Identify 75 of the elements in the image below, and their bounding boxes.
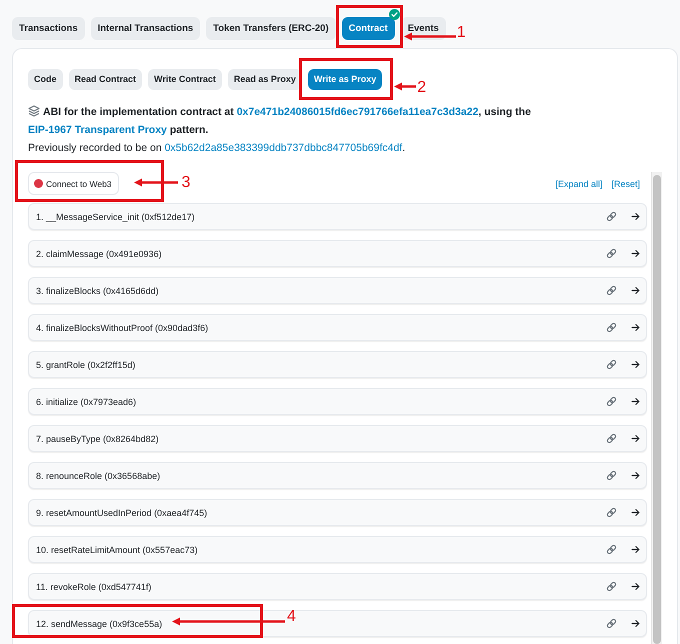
highlight-frame (336, 5, 403, 48)
annotation-number: 1 (456, 23, 466, 43)
function-row[interactable]: 6. initialize (0x7973ead6) (28, 388, 647, 415)
annotation-number: 3 (182, 173, 190, 193)
arrow-right-icon[interactable] (631, 545, 640, 554)
inline-link[interactable]: 0x5b62d2a85e383399ddb737dbbc847705b69fc4df (164, 142, 402, 154)
arrow-right-icon[interactable] (631, 397, 640, 406)
function-name: 11. revokeRole (0xd547741f) (36, 580, 152, 592)
chain-link-icon[interactable] (606, 544, 617, 555)
arrow-right-icon[interactable] (631, 286, 640, 295)
tab[interactable]: Token Transfers (ERC-20) (206, 17, 336, 40)
arrow-right-icon[interactable] (631, 434, 640, 443)
sub-tab[interactable]: Read Contract (68, 69, 142, 90)
function-name: 6. initialize (0x7973ead6) (36, 396, 136, 408)
function-name: 4. finalizeBlocksWithoutProof (0x90dad3f6) (36, 322, 208, 334)
chain-link-icon[interactable] (606, 285, 617, 296)
function-row[interactable]: 1. __MessageService_init (0xf512de17) (28, 203, 647, 230)
function-name: 3. finalizeBlocks (0x4165d6dd) (36, 284, 159, 296)
chain-link-icon[interactable] (606, 322, 617, 333)
function-name: 10. resetRateLimitAmount (0x557eac73) (36, 544, 198, 556)
function-name: 5. grantRole (0x2f2ff15d) (36, 358, 136, 370)
sub-tab[interactable]: Write as Proxy (308, 69, 382, 90)
function-name: 1. __MessageService_init (0xf512de17) (36, 210, 195, 222)
function-row[interactable]: 9. resetAmountUsedInPeriod (0xaea4f745) (28, 499, 647, 526)
inline-link[interactable]: EIP-1967 Transparent Proxy (28, 124, 167, 136)
function-row[interactable]: 4. finalizeBlocksWithoutProof (0x90dad3f6) (28, 314, 647, 341)
chain-link-icon[interactable] (606, 581, 617, 592)
arrow-right-icon[interactable] (631, 508, 640, 517)
annotation-arrow (394, 82, 416, 91)
tab[interactable]: Contract (342, 17, 395, 40)
arrow-right-icon[interactable] (631, 619, 640, 628)
sub-tab[interactable]: Write Contract (148, 69, 222, 90)
chain-link-icon[interactable] (606, 470, 617, 481)
chain-link-icon[interactable] (606, 359, 617, 370)
arrow-right-icon[interactable] (631, 582, 640, 591)
reset-link[interactable]: [Reset] (611, 178, 640, 190)
arrow-right-icon[interactable] (631, 212, 640, 221)
chain-link-icon[interactable] (606, 433, 617, 444)
arrow-right-icon[interactable] (631, 249, 640, 258)
function-row[interactable]: 2. claimMessage (0x491e0936) (28, 240, 647, 267)
scrollbar[interactable] (651, 172, 662, 644)
annotation-number: 4 (287, 607, 296, 627)
previous-implementation-note: Previously recorded to be on 0x5b62d2a85e383399ddb737dbbc847705b69fc4df. (28, 141, 406, 156)
chain-link-icon[interactable] (606, 507, 617, 518)
arrow-right-icon[interactable] (631, 360, 640, 369)
function-row[interactable]: 11. revokeRole (0xd547741f) (28, 573, 647, 600)
tab[interactable]: Transactions (12, 17, 85, 40)
annotation-arrow (134, 178, 178, 187)
arrow-right-icon[interactable] (631, 471, 640, 480)
function-name: 12. sendMessage (0x9f3ce55a) (36, 618, 162, 630)
arrow-right-icon[interactable] (631, 323, 640, 332)
function-name: 2. claimMessage (0x491e0936) (36, 248, 162, 260)
scrollbar-thumb[interactable] (653, 175, 661, 644)
chain-link-icon[interactable] (606, 248, 617, 259)
function-name: 9. resetAmountUsedInPeriod (0xaea4f745) (36, 506, 208, 518)
function-row[interactable]: 3. finalizeBlocks (0x4165d6dd) (28, 277, 647, 304)
function-row[interactable]: 10. resetRateLimitAmount (0x557eac73) (28, 536, 647, 563)
annotation-arrow (404, 32, 456, 41)
annotation-number: 2 (417, 78, 426, 98)
sub-tab[interactable]: Code (28, 69, 62, 90)
chain-link-icon[interactable] (606, 211, 617, 222)
function-name: 8. renounceRole (0x36568abe) (36, 470, 160, 482)
sub-tab[interactable]: Read as Proxy (228, 69, 302, 90)
function-name: 7. pauseByType (0x8264bd82) (36, 432, 159, 444)
layers-icon (28, 105, 40, 117)
tab[interactable]: Internal Transactions (90, 17, 200, 40)
inline-link[interactable]: 0x7e471b24086015fd6ec791766efa11ea7c3d3a22 (236, 106, 478, 118)
chain-link-icon[interactable] (606, 618, 617, 629)
abi-note: ABI for the implementation contract at 0x7e471b24086015fd6ec791766efa11ea7c3d3a22, using the EIP-1967 Transparent Proxy pattern. (28, 104, 532, 138)
chain-link-icon[interactable] (606, 396, 617, 407)
function-row[interactable]: 7. pauseByType (0x8264bd82) (28, 425, 647, 452)
function-row[interactable]: 5. grantRole (0x2f2ff15d) (28, 351, 647, 378)
expand-all-link[interactable]: [Expand all] (555, 178, 602, 190)
function-row[interactable]: 8. renounceRole (0x36568abe) (28, 462, 647, 489)
connect-button[interactable]: Connect to Web3 (28, 172, 119, 195)
